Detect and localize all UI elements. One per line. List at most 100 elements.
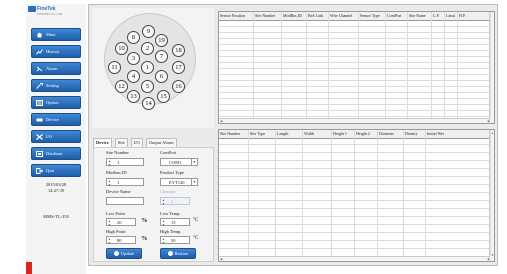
- low-point-stepper[interactable]: ▲ ▼ 20: [106, 218, 136, 227]
- stepper-arrows-icon[interactable]: ▲ ▼: [108, 237, 111, 245]
- stepper-arrows-icon[interactable]: ▲ ▼: [108, 159, 111, 167]
- column-header[interactable]: H.P.: [458, 12, 491, 20]
- low-temp-label: Low Temp.: [160, 211, 181, 216]
- column-header[interactable]: Initial Wei: [426, 130, 491, 138]
- dropdown-arrow-icon[interactable]: ▼: [191, 159, 197, 165]
- column-header[interactable]: Sensor Type: [359, 12, 386, 20]
- pin-10[interactable]: 10: [115, 42, 128, 55]
- pin-5[interactable]: 5: [141, 80, 154, 93]
- modbus-id-stepper[interactable]: ▲ ▼ 1: [106, 178, 144, 187]
- nav-io-label: I/O: [46, 134, 52, 139]
- product-type-select[interactable]: EYT120 ▼: [160, 178, 198, 186]
- stepper-arrows-icon[interactable]: ▲ ▼: [162, 237, 165, 245]
- horizontal-scrollbar[interactable]: ◀ ▶: [219, 118, 491, 123]
- channel-label: Channel: [160, 189, 175, 194]
- nav-option-label: Option: [46, 100, 59, 105]
- nav-quit-button[interactable]: Quit: [31, 164, 81, 177]
- scroll-up-icon[interactable]: ▲: [491, 131, 494, 135]
- scroll-left-icon[interactable]: ◀: [220, 257, 222, 261]
- pin-1[interactable]: 1: [141, 61, 154, 74]
- horizontal-scrollbar[interactable]: ◀ ▶: [219, 256, 491, 261]
- site-number-value: 1: [117, 160, 120, 165]
- pin-2[interactable]: 2: [141, 42, 154, 55]
- update-label: Update: [121, 251, 134, 256]
- pin-label: 2: [145, 45, 150, 52]
- pin-18[interactable]: 18: [172, 44, 185, 57]
- column-header[interactable]: Site Number: [254, 12, 282, 20]
- tab-io[interactable]: I/O: [130, 138, 143, 147]
- stepper-arrows-icon[interactable]: ▲ ▼: [108, 179, 111, 187]
- pin-12[interactable]: 12: [115, 80, 128, 93]
- pin-label: 3: [131, 55, 136, 62]
- high-temp-unit: °C: [193, 236, 199, 241]
- site-number-stepper[interactable]: ▲ ▼ 1: [106, 158, 144, 167]
- pin-19[interactable]: 19: [155, 34, 168, 47]
- low-point-label: Low Point: [106, 211, 125, 216]
- io-icon: [36, 133, 43, 140]
- dropdown-arrow-icon[interactable]: ▼: [191, 179, 197, 185]
- column-header[interactable]: ModBus ID: [282, 12, 307, 20]
- column-header[interactable]: Height 2: [355, 130, 378, 138]
- nav-history-button[interactable]: History: [31, 45, 81, 58]
- pin-16[interactable]: 16: [172, 80, 185, 93]
- nav-setting-button[interactable]: Setting: [31, 79, 81, 92]
- high-point-stepper[interactable]: ▲ ▼ 80: [106, 236, 136, 245]
- column-divider: [306, 12, 307, 118]
- pin-8[interactable]: 8: [127, 31, 140, 44]
- tab-site[interactable]: Site: [114, 138, 128, 147]
- stepper-arrows-icon[interactable]: ▲ ▼: [162, 219, 165, 227]
- column-header[interactable]: Wire Channel: [329, 12, 359, 20]
- pin-3[interactable]: 3: [127, 52, 140, 65]
- device-name-field[interactable]: [106, 197, 144, 205]
- nav-io-button[interactable]: I/O: [31, 130, 81, 143]
- column-header[interactable]: Site Name: [408, 12, 432, 20]
- scroll-down-icon[interactable]: ▼: [491, 253, 494, 257]
- column-header[interactable]: Site Number: [219, 130, 249, 138]
- nav-option-button[interactable]: Option: [31, 96, 81, 109]
- nav-alarm-button[interactable]: Alarm: [31, 62, 81, 75]
- scroll-left-icon[interactable]: ◀: [220, 119, 222, 123]
- sensor-table[interactable]: Sensor Position Site Number ModBus ID Be…: [218, 11, 495, 124]
- column-header[interactable]: Site Type: [249, 130, 276, 138]
- column-header[interactable]: Sensor Position: [219, 12, 254, 20]
- restore-button[interactable]: Restore: [160, 248, 196, 259]
- comport-label: ComPort: [160, 150, 177, 155]
- nav-database-button[interactable]: Database: [31, 147, 81, 160]
- device-icon: [36, 118, 43, 121]
- table-row[interactable]: [219, 111, 489, 117]
- stepper-arrows-icon[interactable]: ▲ ▼: [108, 219, 111, 227]
- pin-13[interactable]: 13: [127, 90, 140, 103]
- column-header[interactable]: Width: [303, 130, 332, 138]
- tab-output-alarm[interactable]: Output Alarm: [145, 138, 177, 147]
- update-button[interactable]: Update: [106, 248, 142, 259]
- site-table[interactable]: Site Number Site Type Length Width Heigh…: [218, 129, 495, 262]
- pin-11[interactable]: 11: [108, 61, 121, 74]
- high-point-unit: %: [141, 235, 148, 242]
- column-header[interactable]: Height 1: [332, 130, 355, 138]
- pin-4[interactable]: 4: [127, 70, 140, 83]
- pin-7[interactable]: 7: [155, 50, 168, 63]
- column-divider: [275, 130, 276, 256]
- column-header[interactable]: Diameter: [378, 130, 404, 138]
- column-header[interactable]: Length: [276, 130, 303, 138]
- nav-main-button[interactable]: Main: [31, 28, 81, 41]
- tab-device[interactable]: Device: [93, 138, 112, 147]
- pin-label: 10: [118, 45, 125, 52]
- pin-label: 5: [145, 83, 150, 90]
- column-header[interactable]: Belt Link: [307, 12, 329, 20]
- low-temp-stepper[interactable]: ▲ ▼ 15: [160, 218, 190, 227]
- nav-device-button[interactable]: Device: [31, 113, 81, 126]
- comport-select[interactable]: COM1 ▼: [160, 158, 198, 166]
- pin-17[interactable]: 17: [172, 61, 185, 74]
- pin-9[interactable]: 9: [142, 25, 155, 38]
- pin-label: 13: [130, 93, 137, 100]
- pin-15[interactable]: 15: [157, 90, 170, 103]
- alarm-icon: [36, 66, 43, 71]
- wrench-icon: [36, 82, 43, 89]
- pin-6[interactable]: 6: [155, 70, 168, 83]
- column-header[interactable]: ComPort: [386, 12, 408, 20]
- pin-14[interactable]: 14: [142, 97, 155, 110]
- high-temp-stepper[interactable]: ▲ ▼ 30: [160, 236, 190, 245]
- pin-label: 8: [131, 34, 136, 41]
- column-header[interactable]: Density: [404, 130, 426, 138]
